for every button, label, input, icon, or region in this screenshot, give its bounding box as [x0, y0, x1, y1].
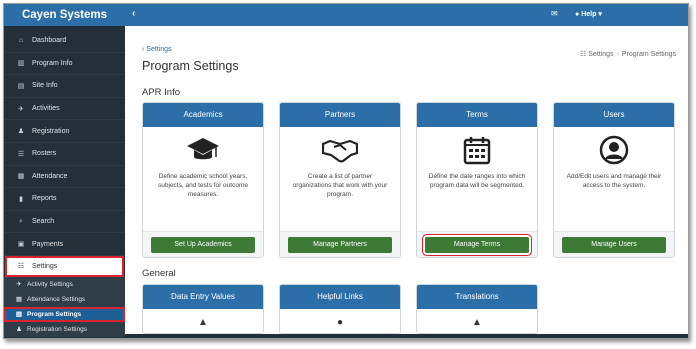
section-heading-apr: APR Info	[142, 87, 181, 98]
sidebar-item-activities[interactable]: ✈ Activities	[4, 98, 125, 121]
manage-users-button[interactable]: Manage Users	[562, 237, 666, 253]
bottom-bar	[125, 334, 688, 338]
submenu-item-attendance-settings[interactable]: ▦ Attendance Settings	[4, 292, 125, 307]
sidebar: Cayen Systems ⌂ Dashboard ▥ Program Info ▤…	[4, 4, 125, 338]
link-icon-partial: ●	[336, 317, 344, 328]
breadcrumb: ☷ Settings › Program Settings	[580, 51, 676, 58]
building-icon: ▤	[17, 82, 25, 90]
card-title: Data Entry Values	[143, 285, 263, 309]
help-circle-icon: ●	[575, 11, 580, 18]
collapse-sidebar-icon[interactable]: ‹	[132, 8, 135, 19]
card-data-entry-values: Data Entry Values ▲	[142, 284, 264, 334]
breadcrumb-parent[interactable]: Settings	[588, 51, 613, 58]
sidebar-item-label: Rosters	[32, 150, 57, 158]
sidebar-item-label: Site Info	[32, 82, 58, 90]
card-translations: Translations ▲	[416, 284, 538, 334]
top-bar: ‹ ✉ ● Help ▾	[125, 4, 688, 26]
brand-logo[interactable]: Cayen Systems	[4, 4, 125, 26]
card-title: Academics	[143, 103, 263, 127]
bank-icon: ▥	[15, 311, 23, 319]
dashboard-icon: ⌂	[18, 37, 24, 45]
calendar-icon	[425, 135, 529, 169]
card-title: Helpful Links	[280, 285, 400, 309]
sidebar-item-label: Activities	[32, 105, 60, 113]
sidebar-item-settings[interactable]: ☷ Settings	[5, 255, 124, 277]
card-description: Define academic school years, subjects, …	[158, 173, 248, 198]
sidebar-item-label: Payments	[32, 240, 64, 248]
sidebar-item-registration[interactable]: ♟ Registration	[4, 120, 125, 143]
card-description: Add/Edit users and manage their access t…	[566, 173, 662, 189]
calendar-icon: ▦	[15, 296, 23, 304]
card-terms: Terms Define the date ranges into which …	[416, 102, 538, 258]
back-to-settings-link[interactable]: ‹ Settings	[142, 46, 172, 53]
users-icon: ♟	[16, 326, 22, 334]
back-link-label: Settings	[146, 46, 172, 53]
sidebar-item-site-info[interactable]: ▤ Site Info	[4, 75, 125, 98]
caret-down-icon: ▾	[598, 11, 602, 18]
sidebar-item-attendance[interactable]: ▦ Attendance	[4, 166, 125, 189]
sidebar-item-program-info[interactable]: ▥ Program Info	[4, 53, 125, 76]
submenu-item-registration-settings[interactable]: ♟ Registration Settings	[4, 322, 125, 337]
settings-submenu: ✈ Activity Settings ▦ Attendance Settings …	[4, 276, 125, 337]
sidebar-item-search[interactable]: ⌕ Search	[4, 211, 125, 234]
section-heading-general: General	[142, 268, 176, 279]
sidebar-item-label: Search	[32, 218, 55, 226]
submenu-item-label: Program Settings	[27, 310, 82, 318]
submenu-item-program-settings[interactable]: ▥ Program Settings	[4, 306, 125, 322]
card-academics: Academics Define academic school years, …	[142, 102, 264, 258]
sidebar-item-label: Registration	[32, 127, 70, 135]
payment-icon: ▣	[17, 241, 25, 249]
sidebar-item-dashboard[interactable]: ⌂ Dashboard	[4, 30, 125, 53]
graduation-cap-icon	[151, 135, 255, 169]
submenu-item-label: Activity Settings	[27, 280, 73, 288]
sidebar-item-label: Attendance	[32, 172, 68, 180]
set-up-academics-button[interactable]: Set Up Academics	[151, 237, 255, 253]
main-content: ‹ Settings Program Settings ☷ Settings › P…	[125, 26, 688, 338]
calendar-icon: ▦	[17, 173, 25, 181]
card-users: Users Add/Edit users and manage their ac…	[553, 102, 675, 258]
bank-icon: ▥	[17, 60, 25, 68]
sidebar-item-label: Settings	[32, 262, 58, 270]
activities-icon: ✈	[16, 281, 22, 289]
help-label: Help	[581, 11, 597, 18]
card-title: Partners	[280, 103, 400, 127]
card-description: Create a list of partner organizations t…	[292, 173, 388, 198]
bar-chart-icon: ▮	[19, 195, 23, 203]
mail-icon[interactable]: ✉	[551, 9, 558, 18]
user-icon	[562, 135, 666, 169]
sidebar-item-payments[interactable]: ▣ Payments	[4, 233, 125, 256]
sidebar-item-reports[interactable]: ▮ Reports	[4, 188, 125, 211]
help-menu[interactable]: ● Help ▾	[575, 10, 602, 18]
translate-icon-partial: ▲	[472, 317, 482, 328]
breadcrumb-current: Program Settings	[621, 51, 676, 58]
manage-partners-button[interactable]: Manage Partners	[288, 237, 392, 253]
card-title: Translations	[417, 285, 537, 309]
card-title: Users	[554, 103, 674, 127]
users-icon: ♟	[17, 128, 25, 136]
sidebar-nav: ⌂ Dashboard ▥ Program Info ▤ Site Info ✈ Act…	[4, 30, 125, 277]
page-title: Program Settings	[142, 59, 239, 73]
activities-icon: ✈	[18, 105, 24, 113]
manage-terms-button[interactable]: Manage Terms	[425, 237, 529, 253]
submenu-item-label: Registration Settings	[27, 325, 87, 333]
sidebar-item-rosters[interactable]: ☰ Rosters	[4, 143, 125, 166]
sidebar-item-label: Dashboard	[32, 37, 67, 45]
card-icon-partial: ▲	[198, 317, 208, 328]
card-partners: Partners Create a list of partner organi…	[279, 102, 401, 258]
sidebar-item-label: Reports	[32, 195, 57, 203]
app-window: Cayen Systems ⌂ Dashboard ▥ Program Info ▤…	[3, 3, 689, 339]
card-helpful-links: Helpful Links ●	[279, 284, 401, 334]
handshake-icon	[288, 135, 392, 169]
sliders-icon: ☷	[17, 263, 25, 271]
submenu-item-activity-settings[interactable]: ✈ Activity Settings	[4, 277, 125, 292]
list-icon: ☰	[17, 150, 25, 158]
card-title: Terms	[417, 103, 537, 127]
sidebar-item-label: Program Info	[32, 59, 73, 67]
submenu-item-label: Attendance Settings	[27, 295, 86, 303]
search-icon: ⌕	[19, 217, 23, 225]
card-description: Define the date ranges into which progra…	[428, 173, 526, 189]
